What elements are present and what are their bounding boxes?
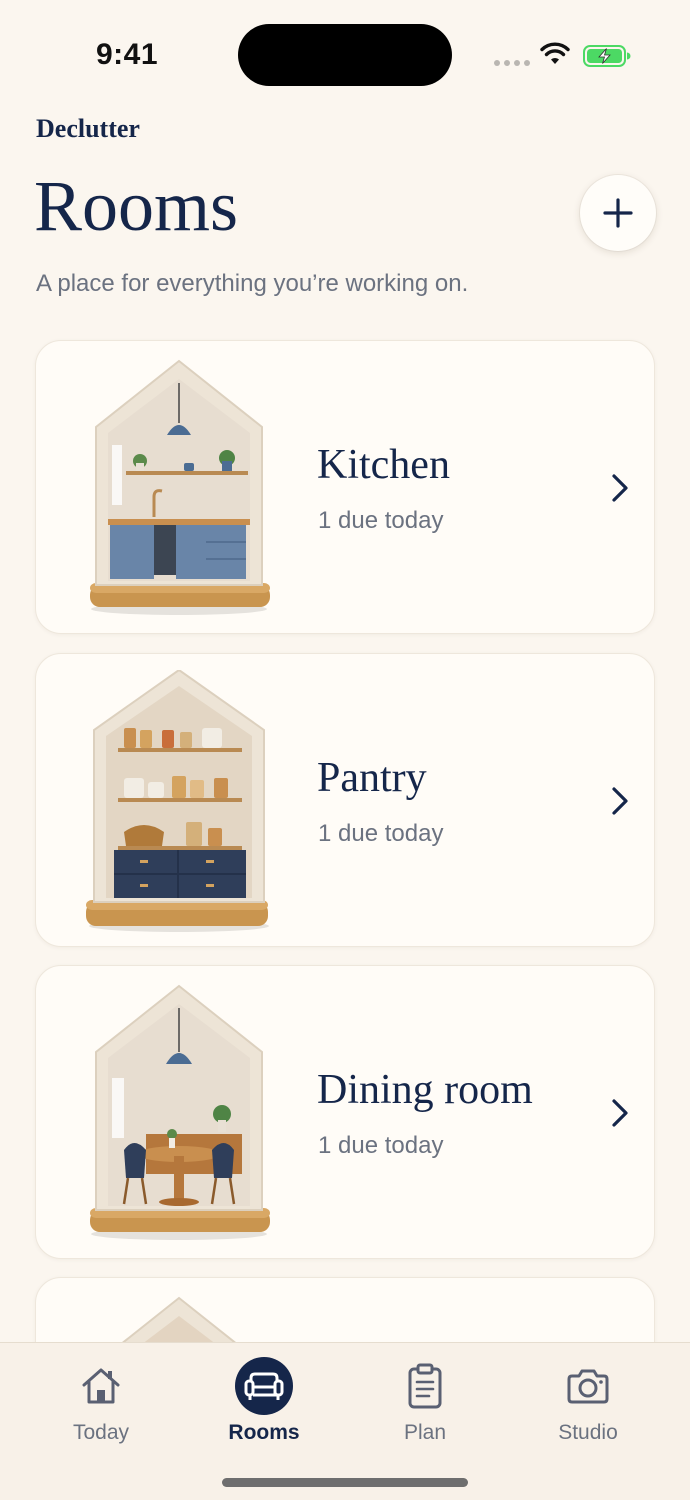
- dining-room-house-illustration: [90, 984, 270, 1240]
- clipboard-icon: [396, 1357, 454, 1415]
- dynamic-island: [238, 24, 452, 86]
- pantry-house-illustration: [86, 670, 269, 932]
- tab-label: Studio: [558, 1421, 618, 1444]
- room-card-dining-room[interactable]: Dining room 1 due today: [35, 965, 655, 1259]
- battery-charging-icon: [583, 45, 631, 67]
- home-indicator[interactable]: [222, 1478, 468, 1487]
- app-label: Declutter: [36, 114, 140, 143]
- page-title: Rooms: [34, 166, 239, 246]
- status-bar: 9:41: [0, 0, 690, 100]
- room-card-kitchen[interactable]: Kitchen 1 due today: [35, 340, 655, 634]
- room-due-status: 1 due today: [318, 1132, 444, 1159]
- room-due-status: 1 due today: [318, 507, 444, 534]
- tab-studio[interactable]: Studio: [523, 1357, 653, 1457]
- chevron-right-icon: [612, 1099, 628, 1127]
- sofa-icon: [235, 1357, 293, 1415]
- add-room-button[interactable]: [580, 175, 656, 251]
- chevron-right-icon: [612, 474, 628, 502]
- tab-label: Plan: [403, 1421, 447, 1444]
- chevron-right-icon: [612, 787, 628, 815]
- wifi-icon: [540, 42, 570, 64]
- cellular-signal-icon: [494, 60, 530, 66]
- room-name: Kitchen: [317, 442, 450, 488]
- tab-bar: Today Rooms Plan Studio: [0, 1342, 690, 1500]
- status-time: 9:41: [96, 38, 159, 71]
- page-subtitle: A place for everything you’re working on…: [36, 270, 469, 297]
- room-name: Dining room: [317, 1067, 533, 1113]
- tab-today[interactable]: Today: [36, 1357, 166, 1457]
- room-card-pantry[interactable]: Pantry 1 due today: [35, 653, 655, 947]
- kitchen-house-illustration: [90, 359, 270, 615]
- camera-icon: [559, 1357, 617, 1415]
- screen: 9:41 Declutter Rooms A place for everyth…: [0, 0, 690, 1500]
- tab-label: Today: [72, 1421, 130, 1444]
- room-due-status: 1 due today: [318, 820, 444, 847]
- room-name: Pantry: [317, 755, 427, 801]
- house-icon: [72, 1357, 130, 1415]
- tab-rooms[interactable]: Rooms: [199, 1357, 329, 1457]
- tab-plan[interactable]: Plan: [360, 1357, 490, 1457]
- tab-label: Rooms: [228, 1421, 300, 1444]
- plus-icon: [603, 198, 633, 228]
